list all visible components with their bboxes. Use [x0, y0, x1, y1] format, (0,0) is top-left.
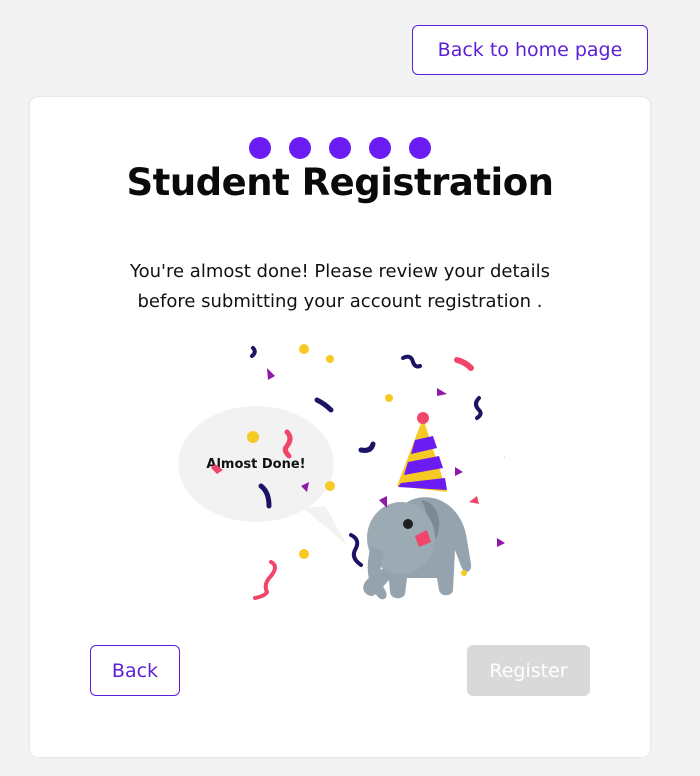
step-dot [409, 137, 431, 159]
party-elephant-icon: Almost Done! [175, 340, 527, 610]
back-button[interactable]: Back [90, 645, 180, 696]
step-dot [329, 137, 351, 159]
elephant [363, 497, 472, 600]
page: Back to home page Student Registration Y… [0, 0, 700, 776]
step-indicator [30, 137, 650, 159]
party-hat [397, 412, 447, 492]
step-dot [249, 137, 271, 159]
register-button[interactable]: Register [467, 645, 590, 696]
speech-bubble: Almost Done! [178, 406, 347, 545]
step-dot [289, 137, 311, 159]
party-elephant-illustration: Almost Done! [178, 344, 527, 600]
step-dot [369, 137, 391, 159]
registration-card: Student Registration You're almost done!… [30, 97, 650, 757]
page-title: Student Registration [126, 161, 554, 204]
back-to-home-button[interactable]: Back to home page [412, 25, 648, 75]
page-subtitle: You're almost done! Please review your d… [130, 261, 550, 312]
